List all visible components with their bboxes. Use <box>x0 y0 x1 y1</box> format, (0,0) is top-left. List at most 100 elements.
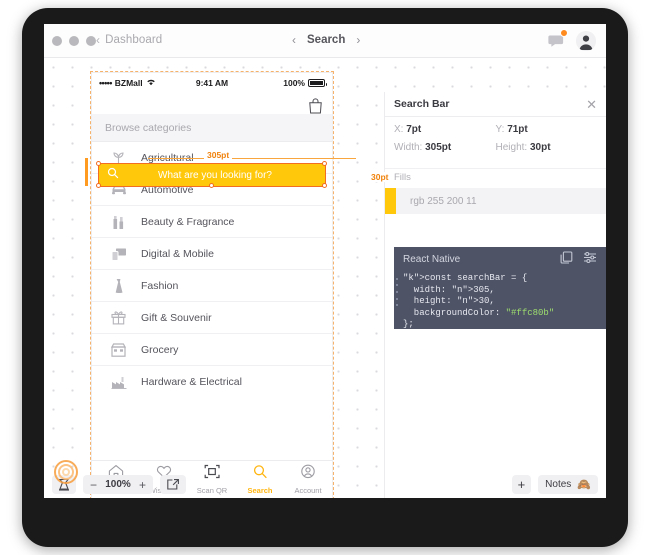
resize-handle-bc[interactable] <box>209 183 214 188</box>
code-line-2: width: "n">305, <box>403 285 495 295</box>
gift-icon <box>110 310 127 325</box>
devices-icon <box>110 247 127 261</box>
resize-handle-br[interactable] <box>322 183 327 188</box>
width-value: 305pt <box>425 142 451 153</box>
zoom-control[interactable]: − 100% + <box>83 475 153 494</box>
copy-icon[interactable] <box>560 251 573 267</box>
browse-categories-header: Browse categories <box>92 114 332 142</box>
list-item-label: Hardware & Electrical <box>141 376 242 388</box>
app-screen: ‹ Dashboard ‹ Search › <box>44 24 606 498</box>
fill-color-value: rgb 255 200 11 <box>410 196 477 207</box>
width-label: Width: <box>394 142 422 153</box>
phone-status-bar: ••••• BZMall 9:41 AM 100% <box>92 73 332 93</box>
left-ruler-measure <box>85 158 88 186</box>
list-item[interactable]: Gift & Souvenir <box>92 302 332 334</box>
add-button[interactable]: + <box>512 475 532 494</box>
y-label: Y: <box>496 124 505 135</box>
x-value: 7pt <box>406 124 421 135</box>
titlebar-actions <box>546 30 596 51</box>
add-button-label: + <box>518 478 526 491</box>
breadcrumb-back-chevron-icon[interactable]: ‹ <box>96 33 100 47</box>
resize-handle-tl[interactable] <box>96 161 101 166</box>
breadcrumb-label[interactable]: Dashboard <box>105 34 162 46</box>
height-measure-label: 30pt <box>370 172 389 182</box>
window-maximize-button[interactable] <box>86 36 96 46</box>
fills-section-label: Fills <box>385 168 606 188</box>
close-icon[interactable]: ✕ <box>586 98 597 111</box>
list-item-label: Grocery <box>141 344 178 356</box>
notification-badge <box>560 29 568 37</box>
code-line-5: }; <box>403 319 414 329</box>
dress-icon <box>110 278 127 294</box>
fill-row[interactable]: rgb 255 200 11 <box>385 188 606 214</box>
code-language-label: React Native <box>403 254 460 265</box>
breadcrumb[interactable]: ‹ Dashboard <box>96 33 162 47</box>
notes-button[interactable]: Notes 🙈 <box>538 475 598 494</box>
comment-bubble-icon[interactable] <box>546 30 567 51</box>
zoom-in-button[interactable]: + <box>139 479 146 491</box>
cursor-ripple-inner <box>62 468 70 476</box>
search-icon <box>107 166 119 184</box>
position-row: X: 7pt Y: 71pt <box>394 124 597 135</box>
list-item[interactable]: Digital & Mobile <box>92 238 332 270</box>
current-page-name: Search <box>307 34 345 46</box>
x-label: X: <box>394 124 403 135</box>
zoom-level-label: 100% <box>103 479 133 490</box>
y-property: Y: 71pt <box>496 124 598 135</box>
sliders-icon[interactable] <box>583 251 597 267</box>
resize-handle-bl[interactable] <box>96 183 101 188</box>
avatar[interactable] <box>576 31 596 51</box>
page-navigator: ‹ Search › <box>292 33 360 47</box>
device-bezel: ‹ Dashboard ‹ Search › <box>22 8 628 547</box>
code-panel-header: React Native <box>394 247 606 271</box>
size-row: Width: 305pt Height: 30pt <box>394 142 597 153</box>
battery-icon <box>308 79 325 87</box>
fill-color-swatch[interactable] <box>385 188 396 214</box>
zoom-out-button[interactable]: − <box>90 479 97 491</box>
list-item[interactable]: Fashion <box>92 270 332 302</box>
width-property: Width: 305pt <box>394 142 496 153</box>
width-guide-line <box>148 158 356 159</box>
code-block: "k">const searchBar = { width: "n">305, … <box>394 271 606 331</box>
inspector-header: Search Bar ✕ <box>385 92 606 117</box>
bottom-toolbar: − 100% + + Notes 🙈 <box>44 471 606 498</box>
notes-label: Notes <box>545 479 571 490</box>
code-gutter <box>394 273 399 327</box>
height-label: Height: <box>496 142 528 153</box>
height-property: Height: 30pt <box>496 142 598 153</box>
design-canvas[interactable]: ••••• BZMall 9:41 AM 100% <box>44 58 606 498</box>
list-item[interactable]: Hardware & Electrical <box>92 366 332 398</box>
width-measure-label: 305pt <box>204 150 232 160</box>
x-property: X: 7pt <box>394 124 496 135</box>
y-value: 71pt <box>507 124 528 135</box>
artboard-search-screen[interactable]: ••••• BZMall 9:41 AM 100% <box>92 73 332 498</box>
status-time: 9:41 AM <box>92 78 332 88</box>
window-minimize-button[interactable] <box>69 36 79 46</box>
prev-page-button[interactable]: ‹ <box>292 33 296 47</box>
code-line-3: height: "n">30, <box>403 296 495 306</box>
export-icon[interactable] <box>160 475 186 494</box>
factory-icon <box>110 376 127 389</box>
store-icon <box>110 343 127 357</box>
list-item-label: Gift & Souvenir <box>141 312 212 324</box>
window-controls[interactable] <box>52 36 96 46</box>
list-item-label: Beauty & Fragrance <box>141 216 234 228</box>
code-line-4: backgroundColor: "#ffc80b" <box>403 308 554 318</box>
inspector-title: Search Bar <box>394 98 449 110</box>
next-page-button[interactable]: › <box>356 33 360 47</box>
height-value: 30pt <box>530 142 551 153</box>
app-title-bar: ‹ Dashboard ‹ Search › <box>44 24 606 58</box>
search-input-placeholder[interactable]: What are you looking for? <box>119 170 325 181</box>
window-close-button[interactable] <box>52 36 62 46</box>
inspector-panel: Search Bar ✕ X: 7pt Y: 71pt <box>384 92 606 498</box>
list-item[interactable]: Beauty & Fragrance <box>92 206 332 238</box>
notes-emoji-icon: 🙈 <box>577 478 591 491</box>
code-panel: React Native "k">const searchBar = { wid… <box>394 247 606 329</box>
list-item[interactable]: Grocery <box>92 334 332 366</box>
list-item-label: Digital & Mobile <box>141 248 214 260</box>
cosmetics-icon <box>110 214 127 230</box>
code-line-1-keyword: "k">const searchBar = { <box>403 273 527 283</box>
properties-grid: X: 7pt Y: 71pt Width: 305pt <box>385 117 606 168</box>
list-item-label: Fashion <box>141 280 178 292</box>
resize-handle-tr[interactable] <box>322 161 327 166</box>
